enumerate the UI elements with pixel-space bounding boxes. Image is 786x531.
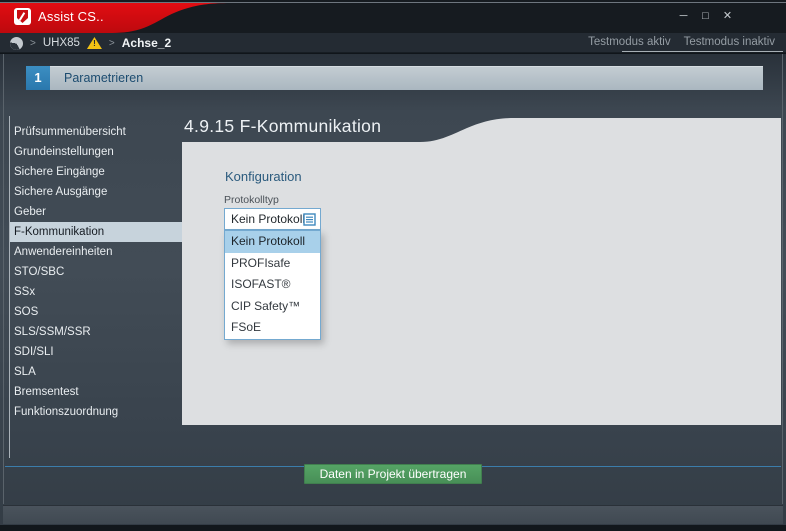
protocol-type-dropdown[interactable]: Kein Protokoll xyxy=(224,208,321,230)
breadcrumb-bar: > UHX85 ! > Achse_2 Testmodus aktiv Test… xyxy=(0,33,786,53)
window-frame-right xyxy=(782,54,783,504)
chevron-right-icon: > xyxy=(108,37,115,49)
testmode-active-link[interactable]: Testmodus aktiv xyxy=(588,36,670,48)
app-title: Assist CS.. xyxy=(38,9,104,24)
dropdown-option-cip-safety[interactable]: CIP Safety™ xyxy=(225,296,320,318)
close-icon[interactable]: ✕ xyxy=(721,10,734,23)
minimize-icon[interactable]: ─ xyxy=(677,10,690,23)
dropdown-option-kein-protokoll[interactable]: Kein Protokoll xyxy=(225,231,320,253)
sidebar-nav: Prüfsummenübersicht Grundeinstellungen S… xyxy=(10,122,182,422)
window-controls: ─ □ ✕ xyxy=(677,10,734,23)
dropdown-option-isofast[interactable]: ISOFAST® xyxy=(225,274,320,296)
testmode-underline xyxy=(622,51,783,52)
dropdown-option-fsoe[interactable]: FSoE xyxy=(225,317,320,339)
sidebar-item-sto-sbc[interactable]: STO/SBC xyxy=(10,262,182,282)
sidebar-item-sdi-sli[interactable]: SDI/SLI xyxy=(10,342,182,362)
testmode-inactive-link[interactable]: Testmodus inaktiv xyxy=(684,36,775,48)
step-bar-parametrieren[interactable]: Parametrieren xyxy=(50,66,763,90)
transfer-to-project-button[interactable]: Daten in Projekt übertragen xyxy=(304,464,482,484)
breadcrumb-axis[interactable]: Achse_2 xyxy=(122,36,171,50)
sidebar-item-grundeinstellungen[interactable]: Grundeinstellungen xyxy=(10,142,182,162)
window-frame-bottom xyxy=(0,525,786,531)
warning-icon: ! xyxy=(86,37,102,49)
testmode-switch: Testmodus aktiv Testmodus inaktiv xyxy=(588,36,775,48)
breadcrumb-device[interactable]: UHX85 xyxy=(43,37,80,49)
sidebar-item-sos[interactable]: SOS xyxy=(10,302,182,322)
step-number-badge: 1 xyxy=(26,66,50,90)
breadcrumb: > UHX85 ! > Achse_2 xyxy=(10,33,171,53)
protocol-type-label: Protokolltyp xyxy=(224,194,279,206)
step-bar-label: Parametrieren xyxy=(64,71,144,85)
project-icon[interactable] xyxy=(10,36,23,50)
dropdown-value: Kein Protokoll xyxy=(231,212,306,226)
title-bar: Assist CS.. ─ □ ✕ xyxy=(0,0,786,33)
sidebar-item-anwendereinheiten[interactable]: Anwendereinheiten xyxy=(10,242,182,262)
sidebar-item-pruefsummenuebersicht[interactable]: Prüfsummenübersicht xyxy=(10,122,182,142)
dropdown-option-profisafe[interactable]: PROFIsafe xyxy=(225,253,320,275)
sidebar-item-sls-ssm-ssr[interactable]: SLS/SSM/SSR xyxy=(10,322,182,342)
sidebar-item-sichere-eingaenge[interactable]: Sichere Eingänge xyxy=(10,162,182,182)
sidebar-item-sla[interactable]: SLA xyxy=(10,362,182,382)
window-frame-left xyxy=(3,54,4,504)
sidebar-item-funktionszuordnung[interactable]: Funktionszuordnung xyxy=(10,402,182,422)
sidebar-item-sichere-ausgaenge[interactable]: Sichere Ausgänge xyxy=(10,182,182,202)
app-window: Assist CS.. ─ □ ✕ > UHX85 ! > Achse_2 Te… xyxy=(0,0,786,531)
section-title: Konfiguration xyxy=(225,169,302,184)
protocol-dropdown-list: Kein Protokoll PROFIsafe ISOFAST® CIP Sa… xyxy=(224,230,321,340)
sidebar-item-ssx[interactable]: SSx xyxy=(10,282,182,302)
sidebar-item-geber[interactable]: Geber xyxy=(10,202,182,222)
app-logo-shield-icon xyxy=(14,8,31,25)
red-swoosh-decoration xyxy=(0,3,230,33)
status-bar xyxy=(3,505,783,524)
maximize-icon[interactable]: □ xyxy=(699,10,712,23)
chevron-right-icon: > xyxy=(30,37,36,49)
sidebar-item-bremsentest[interactable]: Bremsentest xyxy=(10,382,182,402)
dropdown-list-icon xyxy=(303,213,316,226)
sidebar-item-f-kommunikation[interactable]: F-Kommunikation xyxy=(10,222,182,242)
page-title: 4.9.15 F-Kommunikation xyxy=(184,116,382,136)
